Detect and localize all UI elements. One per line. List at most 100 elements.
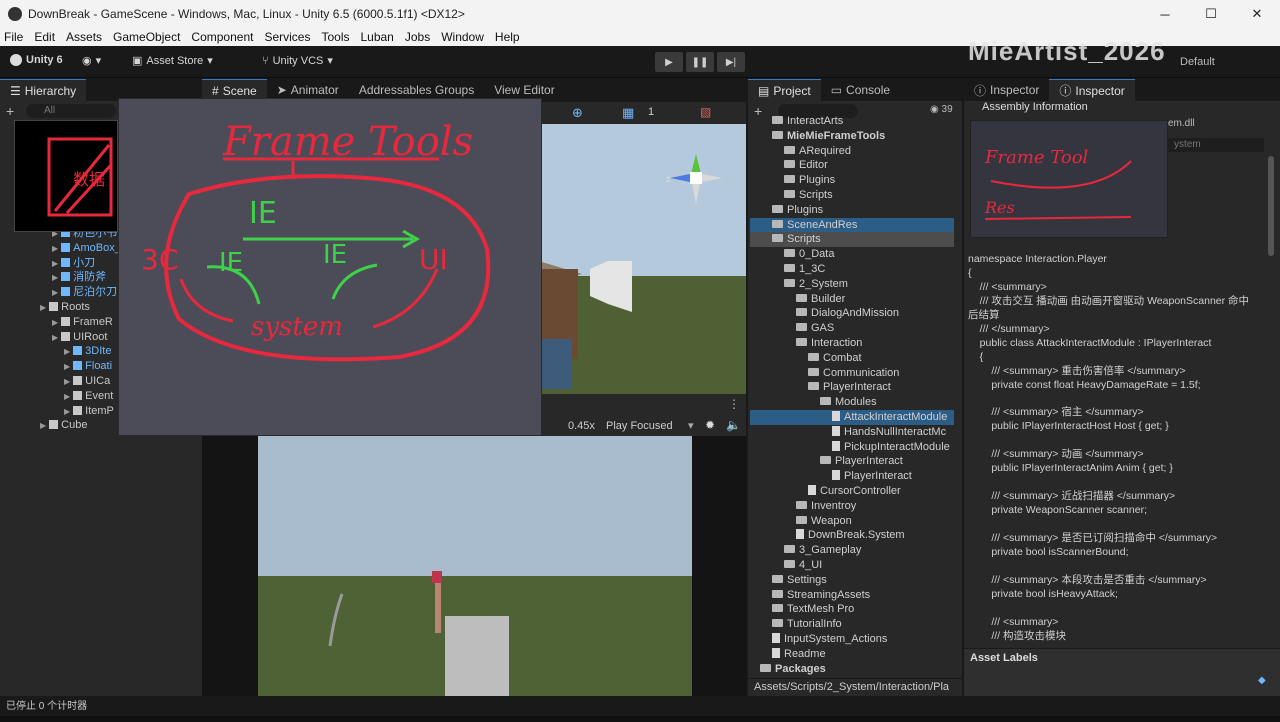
expand-arrow-icon[interactable]: ▶ [52,318,58,327]
menu-tools[interactable]: Tools [321,30,349,44]
mute-audio-icon[interactable]: 🔈 [726,418,741,432]
project-folder[interactable]: GAS [750,321,954,336]
gizmo-globe-icon[interactable]: ⊕ [572,105,583,121]
step-button[interactable]: ▶| [717,52,745,72]
menu-gameobject[interactable]: GameObject [113,30,180,44]
inspector-scrollbar[interactable] [1268,156,1274,256]
project-file[interactable]: AttackInteractModule [750,410,954,425]
menu-window[interactable]: Window [441,30,484,44]
project-folder[interactable]: Editor [750,158,954,173]
tab-inspector-2[interactable]: ⓘ Inspector [1049,79,1135,101]
unity-account-button[interactable]: Unity 6 [10,54,63,66]
project-folder[interactable]: Settings [750,573,954,588]
close-button[interactable]: ✕ [1234,0,1280,28]
assembly-field[interactable]: ystem [1168,138,1264,152]
snap-icon[interactable]: ▧ [700,105,711,119]
hierarchy-item[interactable]: ▶ 消防斧 [52,270,106,284]
expand-arrow-icon[interactable]: ▶ [64,347,70,356]
expand-arrow-icon[interactable]: ▶ [52,259,58,268]
tab-project[interactable]: ▤ Project [748,79,821,101]
project-folder[interactable]: Builder [750,292,954,307]
scale-value[interactable]: 0.45x [568,420,595,432]
project-folder[interactable]: PlayerInteract [750,454,954,469]
hierarchy-item[interactable]: ▶ UICa [64,374,110,388]
hierarchy-item[interactable]: ▶ Floati [64,359,112,373]
project-folder[interactable]: TutorialInfo [750,617,954,632]
project-folder[interactable]: InteractArts [750,114,954,129]
game-view[interactable] [258,436,692,696]
expand-arrow-icon[interactable]: ▶ [52,333,58,342]
menu-edit[interactable]: Edit [34,30,55,44]
tab-hierarchy[interactable]: ☰ Hierarchy [0,79,87,101]
hierarchy-item[interactable]: ▶ FrameR [52,315,113,329]
project-folder[interactable]: Packages [750,662,954,677]
menu-component[interactable]: Component [191,30,253,44]
scene-view[interactable]: z [542,124,746,394]
project-folder[interactable]: Scripts [750,232,954,248]
project-folder[interactable]: 3_Gameplay [750,543,954,558]
menu-luban[interactable]: Luban [360,30,393,44]
project-folder[interactable]: Modules [750,395,954,410]
project-file[interactable]: PlayerInteract [750,469,954,484]
maximize-button[interactable]: ☐ [1188,0,1234,28]
pause-button[interactable]: ❚❚ [686,52,714,72]
hierarchy-item[interactable]: ▶ Cube [40,418,87,432]
project-folder[interactable]: DialogAndMission [750,306,954,321]
menu-file[interactable]: File [4,30,23,44]
project-folder[interactable]: 1_3C [750,262,954,277]
project-folder[interactable]: Scripts [750,188,954,203]
grid-toggle-icon[interactable]: ▦ [622,105,634,121]
hierarchy-item[interactable]: ▶ ItemP [64,404,114,418]
hierarchy-search-input[interactable]: All [26,104,116,118]
project-folder[interactable]: PlayerInteract [750,380,954,395]
project-file[interactable]: PickupInteractModule [750,440,954,455]
menu-jobs[interactable]: Jobs [405,30,430,44]
tab-console[interactable]: ▭ Console [821,79,900,101]
project-file[interactable]: CursorController [750,484,954,499]
project-file[interactable]: DownBreak.System [750,528,954,543]
expand-arrow-icon[interactable]: ▶ [64,392,70,401]
page-number[interactable]: 1 [648,106,654,118]
project-folder[interactable]: Plugins [750,203,954,218]
project-folder[interactable]: ARequired [750,144,954,159]
expand-arrow-icon[interactable]: ▶ [64,362,70,371]
hierarchy-item[interactable]: ▶ Roots [40,300,90,314]
project-folder[interactable]: Interaction [750,336,954,351]
hierarchy-item[interactable]: ▶ AmoBox_0 [52,241,127,255]
expand-arrow-icon[interactable]: ▶ [52,288,58,297]
hierarchy-item[interactable]: ▶ UIRoot [52,330,107,344]
more-icon[interactable]: ⋮ [728,397,740,411]
play-button[interactable]: ▶ [655,52,683,72]
account-dropdown[interactable]: ◉ ▾ [82,54,101,67]
menu-help[interactable]: Help [495,30,520,44]
minimize-button[interactable]: ─ [1142,0,1188,28]
project-file[interactable]: InputSystem_Actions [750,632,954,647]
hierarchy-item[interactable]: ▶ 3DIte [64,344,111,358]
expand-arrow-icon[interactable]: ▶ [52,244,58,253]
project-folder[interactable]: 4_UI [750,558,954,573]
add-object-button[interactable]: + [6,103,14,119]
layout-dropdown[interactable]: Default [1180,56,1215,68]
project-folder[interactable]: MieMieFrameTools [750,129,954,144]
expand-arrow-icon[interactable]: ▶ [40,303,46,312]
project-folder[interactable]: SceneAndRes [750,217,954,233]
expand-arrow-icon[interactable]: ▶ [64,407,70,416]
hierarchy-item[interactable]: ▶ Event [64,389,113,403]
project-folder[interactable]: 2_System [750,277,954,292]
project-folder[interactable]: 0_Data [750,247,954,262]
project-file[interactable]: Readme [750,647,954,662]
project-folder[interactable]: StreamingAssets [750,588,954,603]
project-folder[interactable]: TextMesh Pro [750,602,954,617]
project-folder[interactable]: Combat [750,351,954,366]
project-folder[interactable]: Plugins [750,173,954,188]
project-folder[interactable]: Inventroy [750,499,954,514]
expand-arrow-icon[interactable]: ▶ [64,377,70,386]
play-mode-dropdown[interactable]: Play Focused [606,420,673,432]
expand-arrow-icon[interactable]: ▶ [52,273,58,282]
project-file[interactable]: HandsNullInteractMc [750,425,954,440]
asset-store-button[interactable]: ▣ Asset Store ▾ [132,54,213,68]
hierarchy-item[interactable]: ▶ 尼泊尔刀 [52,285,117,299]
expand-arrow-icon[interactable]: ▶ [40,421,46,430]
label-tag-icon[interactable]: ◆ [1258,675,1266,686]
menu-assets[interactable]: Assets [66,30,102,44]
